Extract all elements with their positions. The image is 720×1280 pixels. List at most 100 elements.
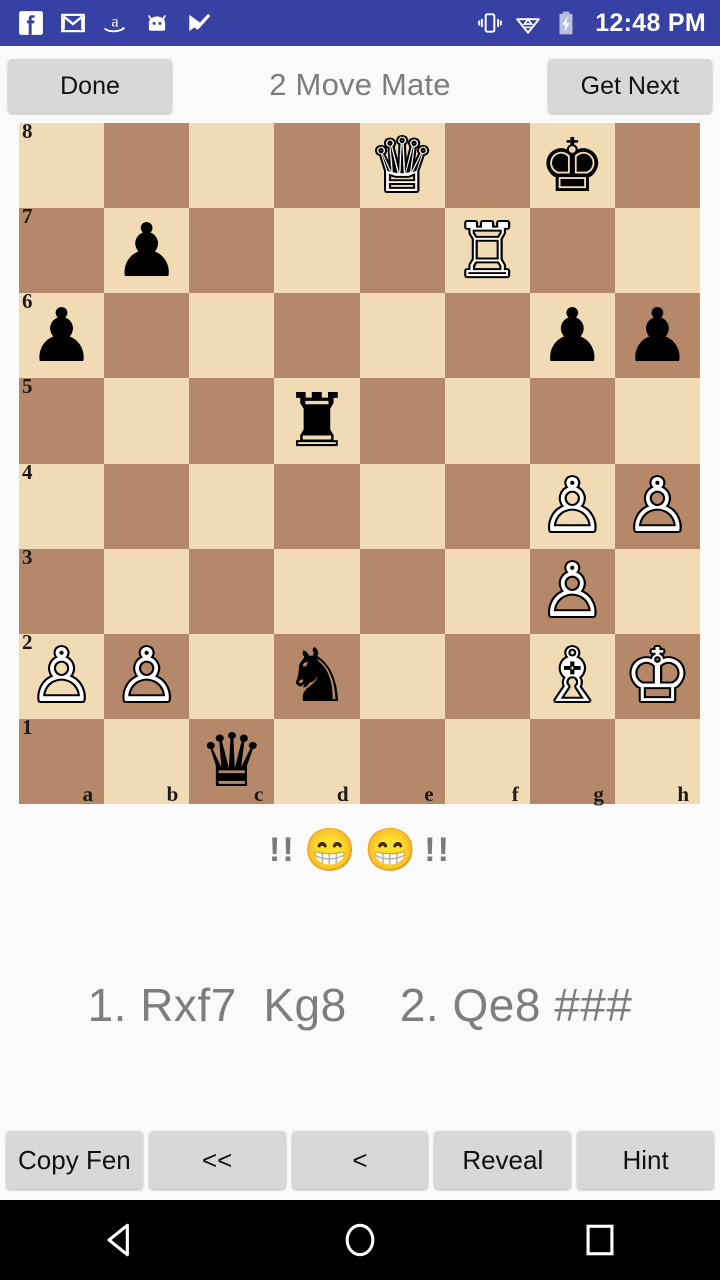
board-square-h8[interactable] [614,123,700,209]
first-move-button[interactable]: << [148,1131,286,1189]
board-square-d6[interactable] [274,293,360,379]
piece-white-pawn-a2[interactable]: ♙ [28,639,94,713]
board-square-a6[interactable]: 6 ♟ [19,291,105,379]
board-square-g1[interactable]: g [529,718,615,805]
vibrate-icon [478,13,503,33]
back-icon[interactable] [98,1218,142,1262]
home-icon[interactable] [338,1218,382,1262]
board-square-b4[interactable] [104,463,190,549]
android-navigation-bar [0,1200,720,1280]
check-mail-icon [189,14,210,32]
chess-board[interactable]: 8 ♕ ♚ 7 ♟ ♖ 6 ♟ ♟ ♟ 5 ♜ 4 ♙ ♙ 3 ♙ 2 ♙ ♙ ♞ ♗ ♔ 1 a b c ♛ d e f g h [19,123,700,805]
board-square-e5[interactable] [359,378,445,464]
board-square-g6[interactable]: ♟ [529,293,615,379]
reveal-button[interactable]: Reveal [434,1131,572,1189]
recents-icon[interactable] [578,1218,622,1262]
board-square-b8[interactable] [104,123,190,209]
piece-white-pawn-g4[interactable]: ♙ [539,469,605,543]
board-square-h1[interactable]: h [614,718,700,805]
done-button[interactable]: Done [8,59,172,113]
piece-black-king-g8[interactable]: ♚ [539,128,605,203]
piece-black-pawn-h6[interactable]: ♟ [624,298,690,373]
previous-move-button[interactable]: < [291,1131,429,1189]
piece-black-queen-c1[interactable]: ♛ [199,724,265,798]
board-square-b7[interactable]: ♟ [104,208,190,294]
board-square-a2[interactable]: 2 ♙ [19,631,105,719]
board-square-b6[interactable] [104,293,190,379]
board-square-d4[interactable] [274,463,360,549]
board-square-d1[interactable]: d [274,718,360,805]
piece-white-bishop-g2[interactable]: ♗ [539,639,605,713]
board-square-f7[interactable]: ♖ [444,208,530,294]
piece-black-knight-d2[interactable]: ♞ [284,639,350,713]
app-root: a 12:48 PM Done 2 Move Mate Get Next 8 ♕… [0,0,720,1280]
rank-label-8: 8 [22,123,33,143]
board-square-e8[interactable]: ♕ [359,123,445,209]
piece-white-king-h2[interactable]: ♔ [624,639,690,713]
board-square-e1[interactable]: e [359,718,445,805]
board-square-d8[interactable] [274,123,360,209]
board-square-a1[interactable]: 1a [19,716,105,805]
hint-button[interactable]: Hint [577,1131,714,1189]
board-square-a7[interactable]: 7 [19,206,105,294]
board-square-f4[interactable] [444,463,530,549]
piece-white-pawn-b2[interactable]: ♙ [114,639,180,713]
board-square-c7[interactable] [189,208,275,294]
piece-black-rook-d5[interactable]: ♜ [284,383,350,458]
chess-board-container[interactable]: 8 ♕ ♚ 7 ♟ ♖ 6 ♟ ♟ ♟ 5 ♜ 4 ♙ ♙ 3 ♙ 2 ♙ ♙ ♞ ♗ ♔ 1 a b c ♛ d e f g h [19,123,700,807]
board-square-h2[interactable]: ♔ [614,633,700,719]
board-square-b3[interactable] [104,548,190,634]
board-square-h5[interactable] [614,378,700,464]
board-square-b5[interactable] [104,378,190,464]
rank-label-3: 3 [22,544,33,569]
board-square-h3[interactable] [614,548,700,634]
board-square-b2[interactable]: ♙ [104,633,190,719]
status-bar-system-icons: 12:48 PM [477,10,706,36]
board-square-a3[interactable]: 3 [19,544,105,634]
board-square-e3[interactable] [359,548,445,634]
board-square-h7[interactable] [614,208,700,294]
copy-fen-button[interactable]: Copy Fen [6,1131,143,1189]
board-square-h6[interactable]: ♟ [614,293,700,379]
board-square-d5[interactable]: ♜ [274,378,360,464]
board-square-f1[interactable]: f [444,718,530,805]
board-square-b1[interactable]: b [104,718,190,805]
board-square-g3[interactable]: ♙ [529,548,615,634]
board-square-g4[interactable]: ♙ [529,463,615,549]
board-square-g7[interactable] [529,208,615,294]
board-square-f6[interactable] [444,293,530,379]
board-square-e7[interactable] [359,208,445,294]
board-square-c1[interactable]: c ♛ [189,718,275,805]
piece-white-rook-f7[interactable]: ♖ [454,213,520,288]
board-square-e6[interactable] [359,293,445,379]
board-square-e4[interactable] [359,463,445,549]
piece-black-pawn-a6[interactable]: ♟ [28,298,94,373]
board-square-f3[interactable] [444,548,530,634]
board-square-d7[interactable] [274,208,360,294]
board-square-f2[interactable] [444,633,530,719]
piece-white-pawn-g3[interactable]: ♙ [539,554,605,628]
board-square-g2[interactable]: ♗ [529,633,615,719]
board-square-c3[interactable] [189,548,275,634]
board-square-g8[interactable]: ♚ [529,123,615,209]
board-square-c8[interactable] [189,123,275,209]
board-square-h4[interactable]: ♙ [614,463,700,549]
board-square-c5[interactable] [189,378,275,464]
board-square-c4[interactable] [189,463,275,549]
board-square-d3[interactable] [274,548,360,634]
board-square-f5[interactable] [444,378,530,464]
board-square-d2[interactable]: ♞ [274,633,360,719]
piece-white-pawn-h4[interactable]: ♙ [624,469,690,543]
board-square-f8[interactable] [444,123,530,209]
board-square-g5[interactable] [529,378,615,464]
board-square-a5[interactable]: 5 [19,376,105,464]
get-next-button[interactable]: Get Next [548,59,712,113]
piece-black-pawn-g6[interactable]: ♟ [539,298,605,373]
piece-black-pawn-b7[interactable]: ♟ [114,213,180,288]
board-square-c6[interactable] [189,293,275,379]
board-square-a4[interactable]: 4 [19,461,105,549]
board-square-a8[interactable]: 8 [19,123,105,209]
board-square-c2[interactable] [189,633,275,719]
board-square-e2[interactable] [359,633,445,719]
piece-white-queen-e8[interactable]: ♕ [369,128,435,203]
